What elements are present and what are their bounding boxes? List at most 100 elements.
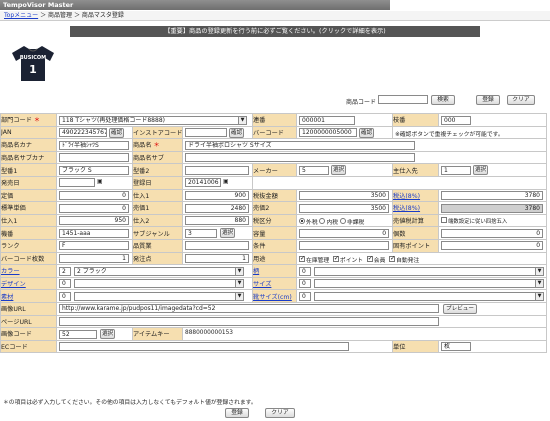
shirt-brand-text: BUSICOM	[20, 55, 46, 61]
barcode-confirm-button[interactable]: 確認	[359, 127, 375, 138]
type1-input[interactable]: ブラック S	[59, 165, 129, 175]
calendar-icon[interactable]: ▣	[223, 179, 228, 185]
subgenre-input[interactable]: 3	[185, 228, 217, 238]
instore-confirm-button[interactable]: 確認	[229, 127, 245, 138]
supplier-label: 主仕入先	[392, 163, 440, 177]
cost-tax-out-input[interactable]: 900	[185, 191, 249, 201]
usage-auto-order-checkbox[interactable]	[389, 255, 395, 263]
image-code-select-button[interactable]: 選択	[100, 329, 116, 340]
material-code-input[interactable]: 0	[59, 291, 71, 301]
search-button[interactable]: 検索	[431, 95, 455, 105]
register-top-button[interactable]: 登録	[476, 95, 500, 105]
usage-checkboxes[interactable]: 在庫管理 ポイント 会員 自動発注	[299, 255, 419, 264]
point-input[interactable]: 0	[441, 241, 544, 251]
condition-input[interactable]	[299, 241, 390, 251]
pattern-select[interactable]: ▼	[314, 266, 545, 276]
capacity-input[interactable]: 0	[299, 228, 390, 238]
count-input[interactable]: 0	[441, 228, 544, 238]
quality-input[interactable]	[185, 241, 249, 251]
price1-input[interactable]: 2480	[185, 203, 249, 213]
color-label[interactable]: カラー	[0, 264, 57, 278]
price2-input[interactable]: 3500	[299, 203, 390, 213]
color-code-input[interactable]: 2	[59, 266, 71, 276]
register-date-input[interactable]: 20141006	[185, 178, 221, 188]
unit-input[interactable]: 枚	[441, 342, 472, 352]
jan-label: JAN	[0, 125, 57, 140]
model-input[interactable]: 1451-aaa	[59, 228, 129, 238]
design-select[interactable]: ▼	[74, 279, 244, 289]
maker-input[interactable]: 5	[299, 165, 330, 175]
dept-select[interactable]: 118 Tシャツ(再处理価格コード8888) ▼	[59, 115, 247, 125]
barcode-issue-input[interactable]: 1	[59, 254, 129, 264]
usage-member-checkbox[interactable]	[366, 255, 373, 263]
tax-class-radios[interactable]: 外税 内税 非課税	[299, 217, 364, 226]
tax-incl-input[interactable]: 3780	[441, 191, 544, 201]
radio-tax-out[interactable]	[299, 218, 306, 225]
size-label[interactable]: サイズ	[252, 276, 298, 291]
rank-input[interactable]: F	[59, 241, 129, 251]
barcode-issue-label: バーコード枚数	[0, 251, 57, 266]
tax-excl-amount-input[interactable]: 3500	[299, 191, 390, 201]
usage-inventory-checkbox[interactable]	[299, 255, 305, 263]
subgenre-select-button[interactable]: 選択	[220, 228, 236, 239]
size-code-input[interactable]: 0	[299, 279, 312, 289]
shoe-size-label[interactable]: 靴サイズ(cm)	[252, 289, 298, 303]
jan-input[interactable]: 4902223457671	[59, 128, 107, 138]
image-code-input[interactable]: 52	[59, 329, 97, 339]
color-select[interactable]: 2 ブラック ▼	[74, 266, 244, 276]
instore-code-input[interactable]	[185, 128, 227, 138]
ec-code-input[interactable]	[59, 342, 349, 352]
material-select[interactable]: ▼	[74, 291, 244, 301]
usage-point-checkbox[interactable]	[332, 255, 339, 263]
product-code-input[interactable]	[378, 95, 428, 104]
size-select[interactable]: ▼	[314, 279, 545, 289]
breadcrumb-sep: ＞	[40, 12, 47, 19]
radio-tax-none[interactable]	[339, 218, 346, 225]
unit-label: 単位	[392, 339, 440, 354]
footer-note: ＊の項目は必ず入力してください。その他の項目は入力しなくてもデフォルト値が登録さ…	[3, 400, 257, 406]
sales-tax-checkbox[interactable]: 端数設定に従い四捨五入	[441, 217, 507, 225]
cost1-input[interactable]: 950	[59, 216, 129, 226]
serial-input[interactable]: 000001	[299, 115, 356, 125]
cost2-input[interactable]: 880	[185, 216, 249, 226]
type2-input[interactable]	[185, 165, 249, 175]
cost2-label: 仕入2	[132, 213, 183, 228]
kana-sub-input[interactable]	[59, 153, 129, 163]
barcode-input[interactable]: 1200000005000	[299, 128, 358, 138]
register-bottom-button[interactable]: 登録	[225, 408, 249, 418]
tax-incl-label[interactable]: 税込(8%)	[392, 188, 440, 203]
name-sub-input[interactable]	[185, 153, 415, 163]
design-label[interactable]: デザイン	[0, 276, 57, 291]
release-input[interactable]	[59, 178, 95, 188]
kana-input[interactable]: ﾄﾞﾗｲ半袖ｼｬﾂS	[59, 140, 129, 150]
page-url-input[interactable]	[59, 317, 439, 326]
maker-select-button[interactable]: 選択	[331, 165, 347, 176]
shoe-size-select[interactable]: ▼	[314, 291, 545, 301]
image-code-label: 画像コード	[0, 327, 57, 341]
supplier-select-button[interactable]: 選択	[473, 165, 489, 176]
radio-tax-in[interactable]	[319, 218, 326, 225]
shoe-size-code-input[interactable]: 0	[299, 291, 312, 301]
maker-label: メーカー	[252, 163, 298, 177]
pattern-label[interactable]: 柄	[252, 264, 298, 278]
material-label[interactable]: 素材	[0, 289, 57, 303]
breadcrumb: Topメニュー ＞ 商品管理 ＞ 商品マスタ登録	[0, 11, 550, 21]
list-price-input[interactable]: 0	[59, 191, 129, 201]
tax-incl2-label[interactable]: 税込(8%)	[392, 201, 440, 215]
image-url-input[interactable]: http://www.karame.jp/pudpos11/imagedata?…	[59, 304, 439, 314]
important-notice-banner[interactable]: 【重要】商品の登録更新を行う前に必ずご覧ください。(クリックで詳細を表示)	[70, 26, 480, 37]
clear-bottom-button[interactable]: クリア	[265, 408, 295, 418]
supplier-input[interactable]: 1	[441, 165, 472, 175]
quality-label: 品質業	[132, 238, 183, 253]
branch-input[interactable]: 000	[441, 115, 472, 125]
preview-button[interactable]: プレビュー	[443, 303, 477, 314]
std-price-input[interactable]: 0	[59, 203, 129, 213]
reorder-point-input[interactable]: 1	[185, 254, 249, 264]
design-code-input[interactable]: 0	[59, 279, 71, 289]
pattern-code-input[interactable]: 0	[299, 266, 312, 276]
clear-top-button[interactable]: クリア	[507, 95, 535, 105]
jan-confirm-button[interactable]: 確認	[109, 127, 125, 138]
calendar-icon[interactable]: ▣	[97, 179, 102, 185]
name-input[interactable]: ドライ半袖ポロシャツ Sサイズ	[185, 140, 415, 150]
breadcrumb-top-link[interactable]: Topメニュー	[4, 12, 38, 19]
